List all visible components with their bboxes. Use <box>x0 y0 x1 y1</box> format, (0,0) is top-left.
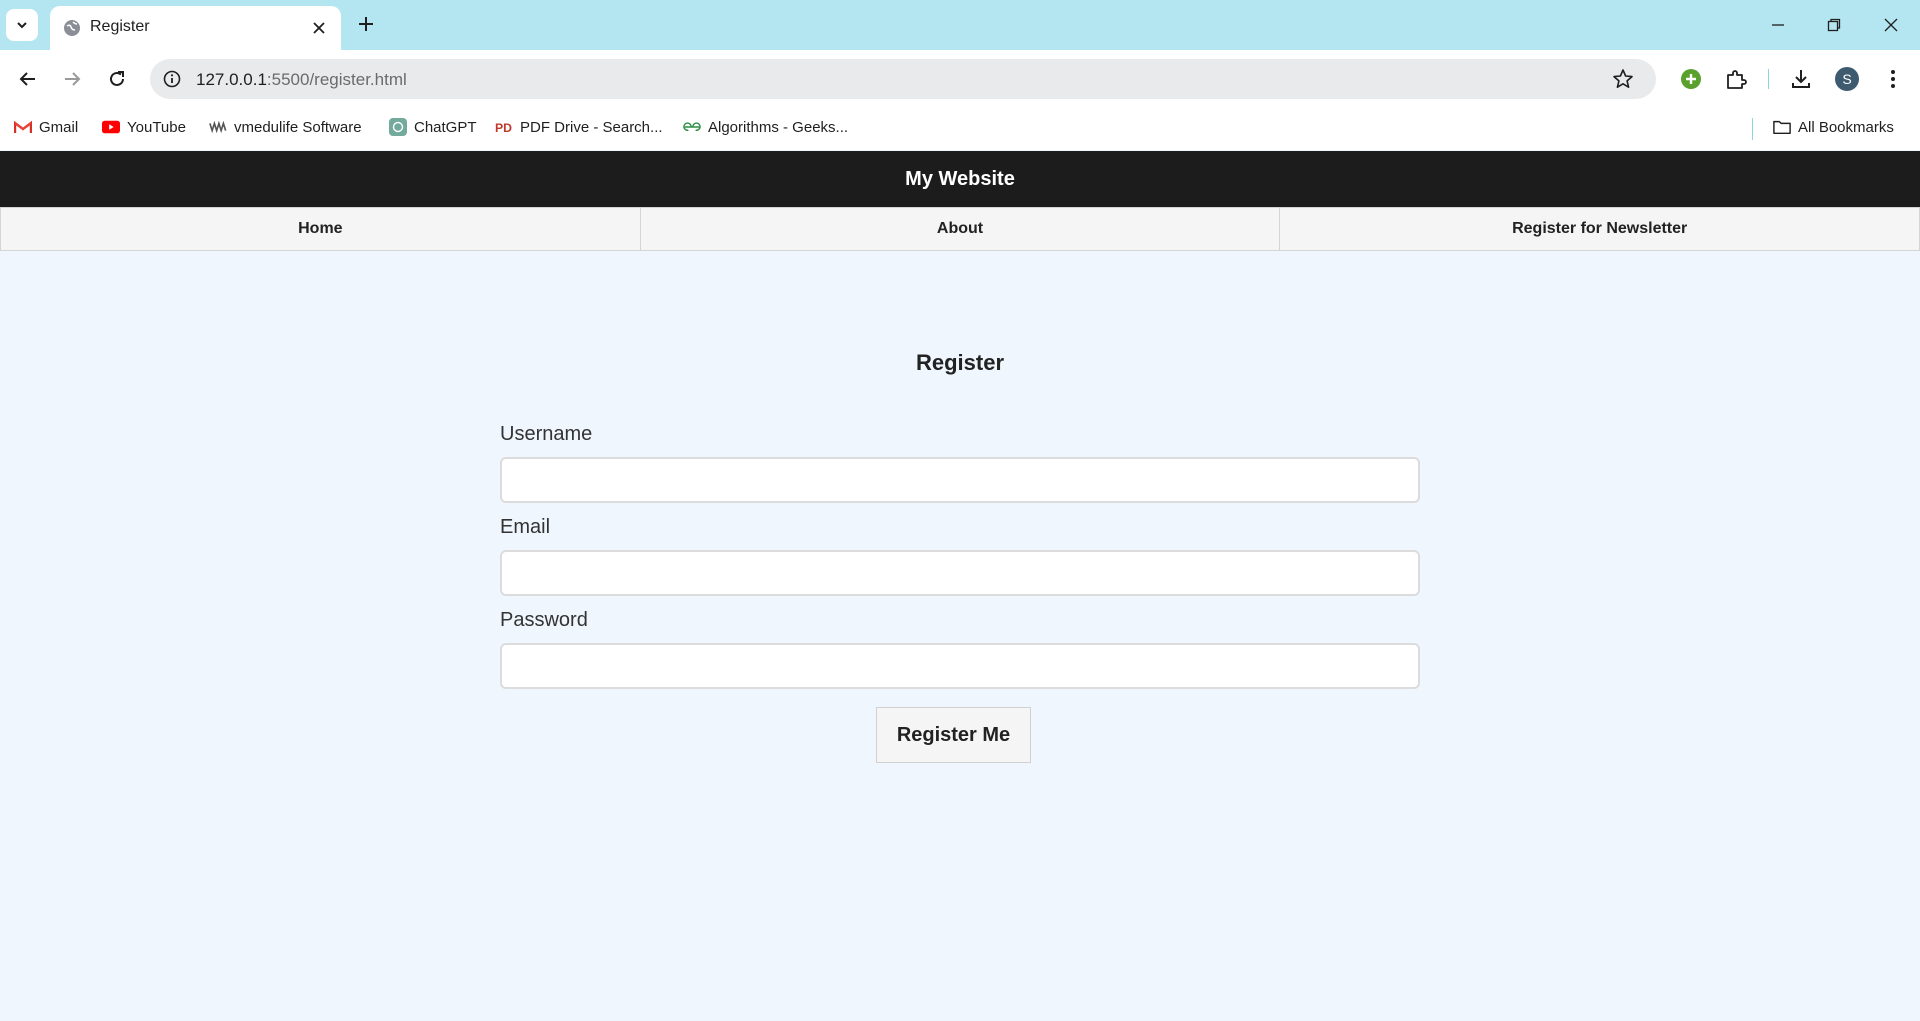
menu-kebab-icon[interactable] <box>1878 64 1908 94</box>
bookmark-label: ChatGPT <box>414 118 477 136</box>
bookmark-label: Gmail <box>39 118 79 136</box>
extensions-puzzle-icon[interactable] <box>1721 64 1751 94</box>
url-text: 127.0.0.1:5500/register.html <box>196 70 407 90</box>
all-bookmarks-label: All Bookmarks <box>1798 118 1894 136</box>
extension-add-icon[interactable] <box>1676 64 1706 94</box>
all-bookmarks-button[interactable]: All Bookmarks <box>1773 118 1894 136</box>
url-host: 127.0.0.1 <box>196 70 267 89</box>
close-tab-icon[interactable] <box>308 17 330 39</box>
bookmark-vmedulife[interactable]: vmedulife Software <box>209 118 362 136</box>
bookmark-label: vmedulife Software <box>234 118 362 136</box>
bookmark-pdfdrive[interactable]: PD PDF Drive - Search... <box>495 118 663 136</box>
bookmark-star-icon[interactable] <box>1612 68 1634 90</box>
toolbar-divider <box>1768 69 1769 89</box>
username-label: Username <box>500 423 593 445</box>
bookmark-label: PDF Drive - Search... <box>520 118 663 136</box>
bookmarks-divider <box>1752 118 1753 140</box>
password-input[interactable] <box>500 643 1420 689</box>
folder-icon <box>1773 118 1791 136</box>
gmail-icon <box>14 118 32 136</box>
close-window-icon[interactable] <box>1876 10 1906 40</box>
site-nav: Home About Register for Newsletter <box>0 207 1920 251</box>
url-path: :5500/register.html <box>266 70 407 89</box>
restore-icon[interactable] <box>1819 10 1849 40</box>
minimize-icon[interactable] <box>1763 10 1793 40</box>
vmedulife-icon <box>209 118 227 136</box>
bookmark-label: YouTube <box>127 118 186 136</box>
register-me-button[interactable]: Register Me <box>876 707 1031 763</box>
chatgpt-icon <box>389 118 407 136</box>
password-label: Password <box>500 609 588 631</box>
site-header: My Website <box>0 151 1920 207</box>
download-icon[interactable] <box>1786 64 1816 94</box>
bookmark-youtube[interactable]: YouTube <box>102 118 186 136</box>
site-info-icon[interactable] <box>162 69 182 89</box>
profile-avatar[interactable]: S <box>1832 64 1862 94</box>
reload-icon[interactable] <box>102 64 132 94</box>
form-title: Register <box>915 350 1005 375</box>
bookmark-geeksforgeeks[interactable]: Algorithms - Geeks... <box>683 118 848 136</box>
register-form: Username Email Password <box>500 420 1420 699</box>
browser-toolbar: 127.0.0.1:5500/register.html S <box>0 50 1920 108</box>
avatar: S <box>1835 67 1859 91</box>
pdfdrive-icon: PD <box>495 118 513 136</box>
tab-strip: Register <box>0 0 1920 50</box>
nav-about[interactable]: About <box>640 207 1281 251</box>
email-input[interactable] <box>500 550 1420 596</box>
geeksforgeeks-icon <box>683 118 701 136</box>
active-tab[interactable]: Register <box>50 6 341 50</box>
bookmark-gmail[interactable]: Gmail <box>14 118 78 136</box>
bookmark-chatgpt[interactable]: ChatGPT <box>389 118 477 136</box>
bookmarks-bar: Gmail YouTube vmedulife Software ChatGPT… <box>0 108 1920 150</box>
globe-icon <box>64 20 80 36</box>
nav-register-newsletter[interactable]: Register for Newsletter <box>1280 207 1920 251</box>
new-tab-icon[interactable] <box>354 12 378 36</box>
site-title: My Website <box>905 167 1015 190</box>
nav-home[interactable]: Home <box>0 207 641 251</box>
forward-icon[interactable] <box>57 64 87 94</box>
back-icon[interactable] <box>13 64 43 94</box>
tab-search-button[interactable] <box>6 9 38 41</box>
chevron-down-icon <box>17 22 27 29</box>
tab-title: Register <box>90 18 150 35</box>
address-bar[interactable]: 127.0.0.1:5500/register.html <box>150 59 1656 99</box>
bookmark-label: Algorithms - Geeks... <box>708 118 849 136</box>
youtube-icon <box>102 118 120 136</box>
email-label: Email <box>500 516 551 538</box>
username-input[interactable] <box>500 457 1420 503</box>
svg-text:PD: PD <box>495 121 512 135</box>
